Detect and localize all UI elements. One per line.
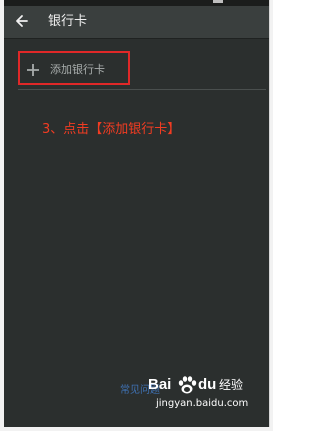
add-card-label: 添加银行卡 bbox=[50, 63, 105, 76]
add-card-button[interactable]: 添加银行卡 bbox=[18, 55, 268, 85]
faq-link[interactable]: 常见问题 bbox=[120, 385, 160, 397]
phone-frame: 银行卡 添加银行卡 3、点击【添加银行卡】 常见问题 Bai du 经验 jin… bbox=[0, 0, 273, 431]
plus-icon bbox=[27, 64, 39, 76]
app-screen: 银行卡 添加银行卡 3、点击【添加银行卡】 常见问题 bbox=[4, 0, 270, 427]
page-title: 银行卡 bbox=[48, 14, 88, 29]
app-header: 银行卡 bbox=[4, 6, 269, 39]
tutorial-annotation: 3、点击【添加银行卡】 bbox=[42, 122, 181, 137]
status-indicator bbox=[213, 0, 223, 3]
arrow-left-icon[interactable] bbox=[14, 12, 30, 30]
divider bbox=[18, 89, 266, 90]
